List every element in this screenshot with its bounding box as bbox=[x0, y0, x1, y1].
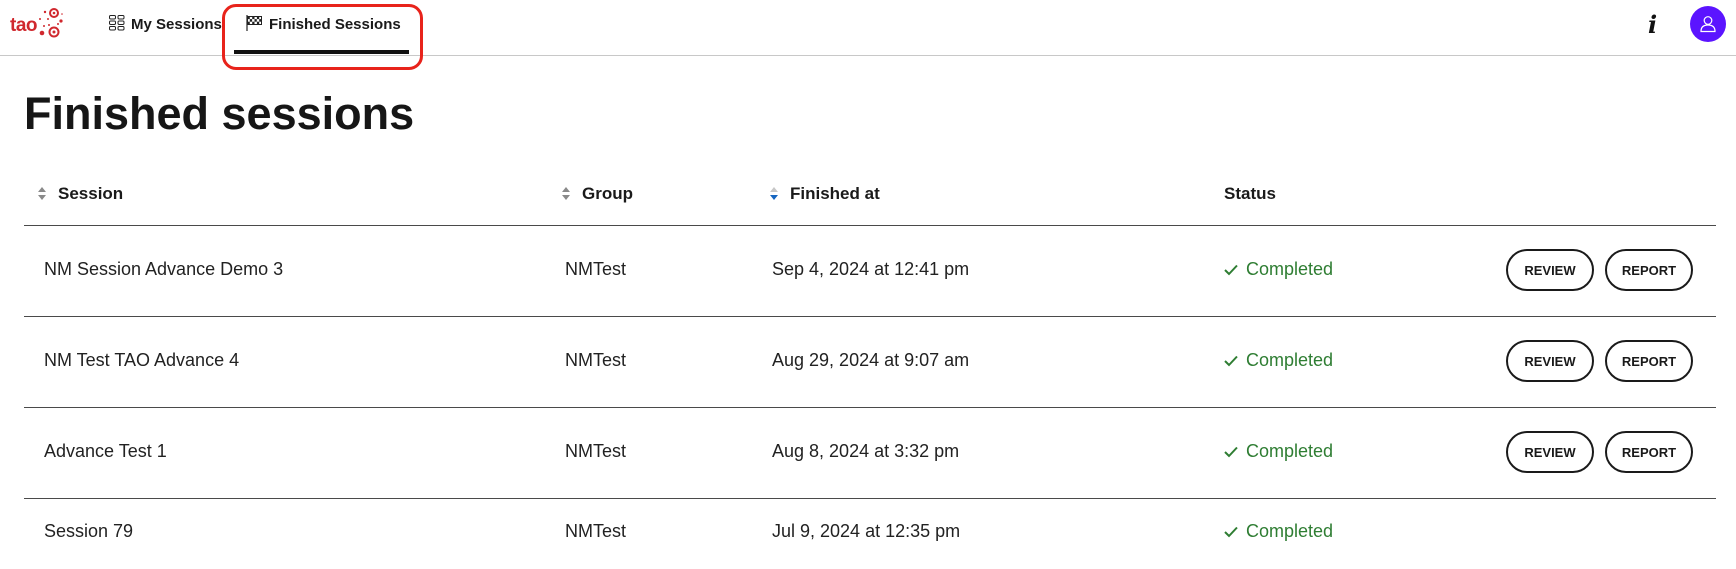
session-name: Advance Test 1 bbox=[44, 441, 167, 461]
table-row: Session 79 NMTest Jul 9, 2024 at 12:35 p… bbox=[24, 499, 1716, 569]
nav-tab-my-sessions[interactable]: My Sessions bbox=[109, 0, 222, 52]
checkered-flag-icon bbox=[246, 14, 263, 35]
active-tab-indicator bbox=[234, 50, 409, 54]
session-name: NM Test TAO Advance 4 bbox=[44, 350, 240, 370]
column-label: Session bbox=[58, 184, 124, 203]
logo-text: tao bbox=[10, 15, 38, 36]
review-button[interactable]: REVIEW bbox=[1506, 249, 1594, 291]
table-header: Session Group Finished at Status bbox=[24, 170, 1716, 226]
check-icon bbox=[1224, 355, 1238, 366]
check-icon bbox=[1224, 526, 1238, 537]
group-name: NMTest bbox=[565, 350, 627, 370]
user-icon bbox=[1700, 16, 1716, 33]
review-button[interactable]: REVIEW bbox=[1506, 340, 1594, 382]
check-icon bbox=[1224, 264, 1238, 275]
table-row: NM Test TAO Advance 4 NMTest Aug 29, 202… bbox=[24, 317, 1716, 408]
session-name: NM Session Advance Demo 3 bbox=[44, 259, 284, 279]
table-row: NM Session Advance Demo 3 NMTest Sep 4, … bbox=[24, 226, 1716, 317]
report-button[interactable]: REPORT bbox=[1605, 431, 1693, 473]
group-name: NMTest bbox=[565, 259, 627, 279]
grid-icon bbox=[109, 14, 125, 35]
status-text: Completed bbox=[1246, 350, 1334, 370]
info-icon[interactable]: i bbox=[1648, 10, 1664, 40]
status-badge: Completed bbox=[1224, 350, 1333, 371]
column-label: Group bbox=[582, 184, 633, 203]
sort-descending-icon bbox=[770, 186, 778, 202]
table-row: Advance Test 1 NMTest Aug 8, 2024 at 3:3… bbox=[24, 408, 1716, 499]
status-badge: Completed bbox=[1224, 441, 1333, 462]
report-button[interactable]: REPORT bbox=[1605, 249, 1693, 291]
report-button[interactable]: REPORT bbox=[1605, 340, 1693, 382]
check-icon bbox=[1224, 446, 1238, 457]
status-badge: Completed bbox=[1224, 521, 1333, 542]
user-avatar-button[interactable] bbox=[1690, 6, 1726, 42]
top-navigation-bar: tao My Sessions Finished Sessions i bbox=[0, 0, 1736, 56]
column-header-session[interactable]: Session bbox=[38, 184, 123, 204]
nav-tab-label: Finished Sessions bbox=[269, 16, 401, 33]
sort-icon bbox=[562, 186, 570, 202]
status-badge: Completed bbox=[1224, 259, 1333, 280]
column-header-finished-at[interactable]: Finished at bbox=[770, 184, 880, 204]
column-header-group[interactable]: Group bbox=[562, 184, 633, 204]
column-label: Finished at bbox=[790, 184, 880, 203]
group-name: NMTest bbox=[565, 441, 627, 461]
finished-at: Jul 9, 2024 at 12:35 pm bbox=[772, 521, 961, 541]
nav-tab-finished-sessions[interactable]: Finished Sessions bbox=[246, 0, 401, 52]
sort-icon bbox=[38, 186, 46, 202]
status-text: Completed bbox=[1246, 521, 1334, 541]
status-text: Completed bbox=[1246, 441, 1334, 461]
finished-at: Sep 4, 2024 at 12:41 pm bbox=[772, 259, 970, 279]
finished-at: Aug 8, 2024 at 3:32 pm bbox=[772, 441, 960, 461]
column-header-status: Status bbox=[1224, 184, 1276, 204]
group-name: NMTest bbox=[565, 521, 627, 541]
status-text: Completed bbox=[1246, 259, 1334, 279]
column-label: Status bbox=[1224, 184, 1276, 203]
tao-logo[interactable]: tao bbox=[10, 7, 63, 39]
review-button[interactable]: REVIEW bbox=[1506, 431, 1594, 473]
finished-at: Aug 29, 2024 at 9:07 am bbox=[772, 350, 970, 370]
nav-tab-label: My Sessions bbox=[131, 16, 222, 33]
page-title: Finished sessions bbox=[24, 88, 415, 139]
session-name: Session 79 bbox=[44, 521, 134, 541]
finished-sessions-table: Session Group Finished at Status NM Sess… bbox=[24, 170, 1716, 569]
logo-burst-icon bbox=[39, 8, 63, 38]
